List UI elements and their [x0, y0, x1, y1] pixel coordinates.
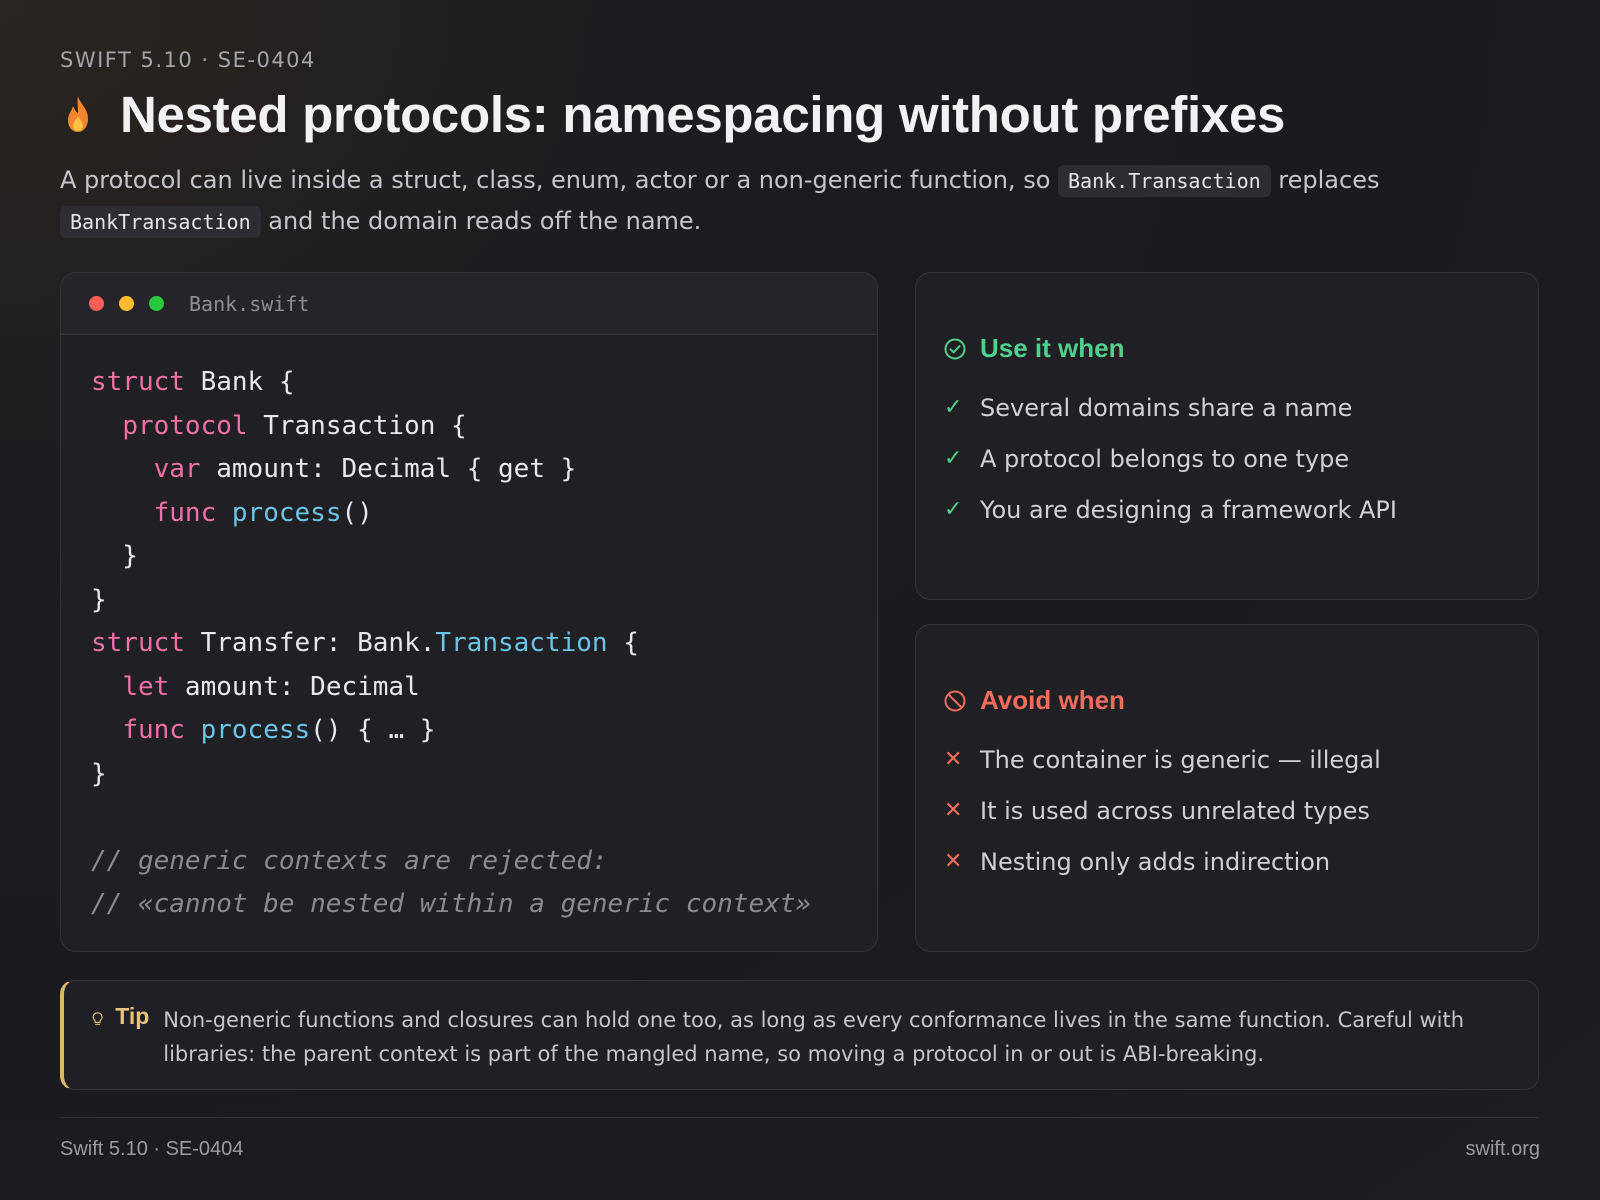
- window-minimize-dot: [119, 296, 134, 311]
- lightbulb-icon: [92, 1012, 103, 1025]
- page-title: Nested protocols: namespacing without pr…: [120, 85, 1286, 143]
- inline-code: BankTransaction: [60, 206, 261, 238]
- window-close-dot: [89, 296, 104, 311]
- use-heading-label: Use it when: [980, 333, 1125, 363]
- footer-link[interactable]: swift.org: [1466, 1138, 1540, 1161]
- window-zoom-dot: [149, 296, 164, 311]
- cross-icon: ✕: [944, 747, 963, 772]
- list-item: ✕ The container is generic — illegal: [944, 734, 1510, 785]
- list-item-label: The container is generic — illegal: [980, 745, 1381, 774]
- list-item-label: Nesting only adds indirection: [980, 847, 1331, 876]
- subtitle-text: and the domain reads off the name.: [260, 207, 702, 235]
- title-row: Nested protocols: namespacing without pr…: [60, 84, 1285, 144]
- flame-icon: [60, 84, 100, 144]
- list-item: ✓ A protocol belongs to one type: [944, 433, 1510, 484]
- eyebrow: SWIFT 5.10 · SE-0404: [60, 48, 316, 72]
- code-card-header: Bank.swift: [61, 273, 877, 335]
- list-item: ✓ Several domains share a name: [944, 382, 1510, 433]
- list-item-label: It is used across unrelated types: [980, 796, 1370, 825]
- cross-icon: ✕: [944, 849, 963, 874]
- inline-code: Bank.Transaction: [1058, 165, 1271, 197]
- avoid-heading: Avoid when: [944, 685, 1510, 716]
- code-block: struct Bank { protocol Transaction { var…: [91, 367, 812, 919]
- footer-divider: [60, 1117, 1539, 1118]
- subtitle-text: A protocol can live inside a struct, cla…: [60, 166, 1059, 194]
- use-heading: Use it when: [944, 333, 1510, 364]
- check-circle-icon: [944, 338, 966, 359]
- list-item-label: Several domains share a name: [980, 393, 1353, 422]
- check-icon: ✓: [944, 497, 963, 522]
- list-item-label: A protocol belongs to one type: [980, 444, 1350, 473]
- footer-version: Swift 5.10 · SE-0404: [60, 1138, 244, 1160]
- code-card: Bank.swift struct Bank { protocol Transa…: [60, 272, 878, 952]
- subtitle: A protocol can live inside a struct, cla…: [60, 160, 1520, 242]
- check-icon: ✓: [944, 395, 963, 420]
- prohibited-icon: [944, 690, 966, 711]
- check-icon: ✓: [944, 446, 963, 471]
- use-card: Use it when ✓ Several domains share a nam…: [915, 272, 1539, 600]
- file-name: Bank.swift: [189, 291, 310, 316]
- avoid-card: Avoid when ✕ The container is generic — i…: [915, 624, 1539, 952]
- cross-icon: ✕: [944, 798, 963, 823]
- list-item: ✓ You are designing a framework API: [944, 484, 1510, 535]
- tip-label: Tip: [115, 1003, 150, 1029]
- avoid-heading-label: Avoid when: [980, 685, 1125, 715]
- tip-text: Non-generic functions and closures can h…: [163, 1008, 1465, 1066]
- list-item: ✕ It is used across unrelated types: [944, 785, 1510, 836]
- subtitle-text: replaces: [1270, 166, 1380, 194]
- tip-callout: Tip Non-generic functions and closures c…: [60, 980, 1539, 1090]
- list-item-label: You are designing a framework API: [980, 495, 1397, 524]
- list-item: ✕ Nesting only adds indirection: [944, 836, 1510, 887]
